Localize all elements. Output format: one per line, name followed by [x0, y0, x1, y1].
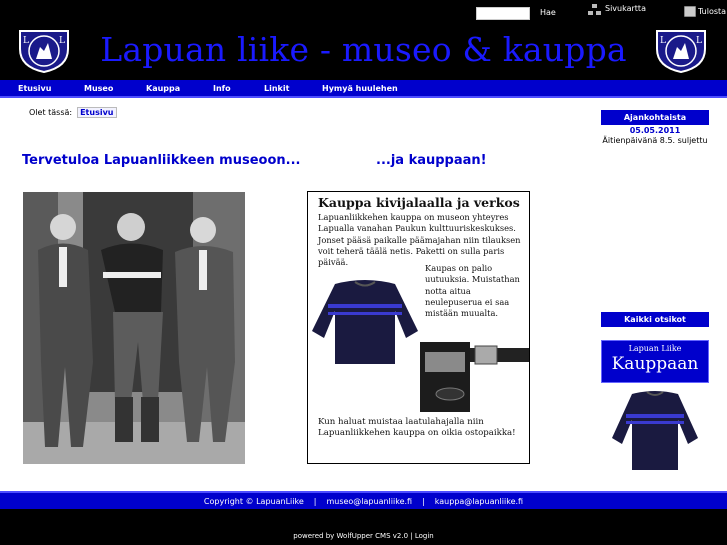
search-button[interactable]: Hae	[540, 8, 556, 17]
all-headlines-link[interactable]: Kaikki otsikot	[601, 312, 709, 327]
breadcrumb-prefix: Olet tässä:	[29, 108, 73, 117]
nav-item-museo[interactable]: Museo	[84, 84, 113, 93]
shop-banner[interactable]: Lapuan Liike Kauppaan	[601, 340, 709, 383]
shield-logo-icon: L L	[656, 30, 706, 73]
news-date[interactable]: 05.05.2011	[601, 126, 709, 135]
main-nav: Etusivu Museo Kauppa Info Linkit Hymyä h…	[0, 80, 727, 98]
footer-bar: Copyright © LapuanLiike | museo@lapuanli…	[0, 491, 727, 509]
footer-email-shop[interactable]: kauppa@lapuanliike.fi	[435, 497, 523, 506]
page-header: Hae Sivukartta Tulosta L L Lapuan liike …	[0, 0, 727, 80]
news-text: Äitienpäivänä 8.5. suljettu	[602, 136, 708, 145]
sweater-thumbnail[interactable]	[610, 388, 700, 472]
footer-separator: |	[313, 496, 317, 506]
sweater-image	[312, 280, 418, 364]
svg-text:L: L	[660, 36, 666, 46]
welcome-heading-shop: ...ja kauppaan!	[376, 153, 487, 168]
shop-banner-small: Lapuan Liike	[628, 344, 682, 353]
powered-by[interactable]: powered by WolfUpper CMS v2.0 | Login	[0, 532, 727, 540]
sitemap-icon	[588, 4, 602, 16]
footer-separator: |	[422, 496, 425, 506]
nav-item-kauppa[interactable]: Kauppa	[146, 84, 180, 93]
nav-item-linkit[interactable]: Linkit	[264, 84, 289, 93]
nav-item-info[interactable]: Info	[213, 84, 231, 93]
main-content: Olet tässä: Etusivu Tervetuloa Lapuanlii…	[0, 98, 727, 491]
svg-text:L: L	[696, 36, 702, 46]
news-heading: Ajankohtaista	[601, 110, 709, 125]
footer-email-museum[interactable]: museo@lapuanliike.fi	[326, 497, 412, 506]
footer-copyright: Copyright © LapuanLiike	[203, 496, 304, 506]
nav-item-hymya-huulehen[interactable]: Hymyä huulehen	[322, 84, 398, 93]
printer-icon	[684, 6, 696, 17]
ad-title: Kauppa kivijalaalla ja verkos	[318, 195, 520, 210]
ad-text-news: Kaupas on palio uutuuksia. Muistathan no…	[425, 263, 520, 319]
nav-item-etusivu[interactable]: Etusivu	[18, 84, 51, 93]
historic-photo	[23, 192, 245, 464]
welcome-heading-museum: Tervetuloa Lapuanliikkeen museoon...	[22, 153, 301, 168]
search-input[interactable]	[476, 7, 530, 20]
breadcrumb: Olet tässä: Etusivu	[29, 107, 117, 118]
print-label: Tulosta	[698, 7, 727, 16]
shop-banner-big: Kauppaan	[611, 354, 699, 374]
ad-text-closing: Kun haluat muistaa laatulahajalla niin L…	[318, 417, 516, 439]
sitemap-link[interactable]: Sivukartta	[588, 4, 646, 16]
sitemap-label: Sivukartta	[605, 4, 646, 13]
breadcrumb-current-link[interactable]: Etusivu	[77, 107, 117, 118]
ad-text-intro: Lapuanliikkehen kauppa on museon yhteyre…	[318, 212, 521, 268]
site-title: Lapuan liike - museo & kauppa	[100, 30, 627, 69]
belt-buckle-image	[420, 342, 529, 412]
shop-advert[interactable]: Kauppa kivijalaalla ja verkos Lapuanliik…	[307, 191, 530, 464]
print-link[interactable]: Tulosta	[684, 6, 726, 17]
